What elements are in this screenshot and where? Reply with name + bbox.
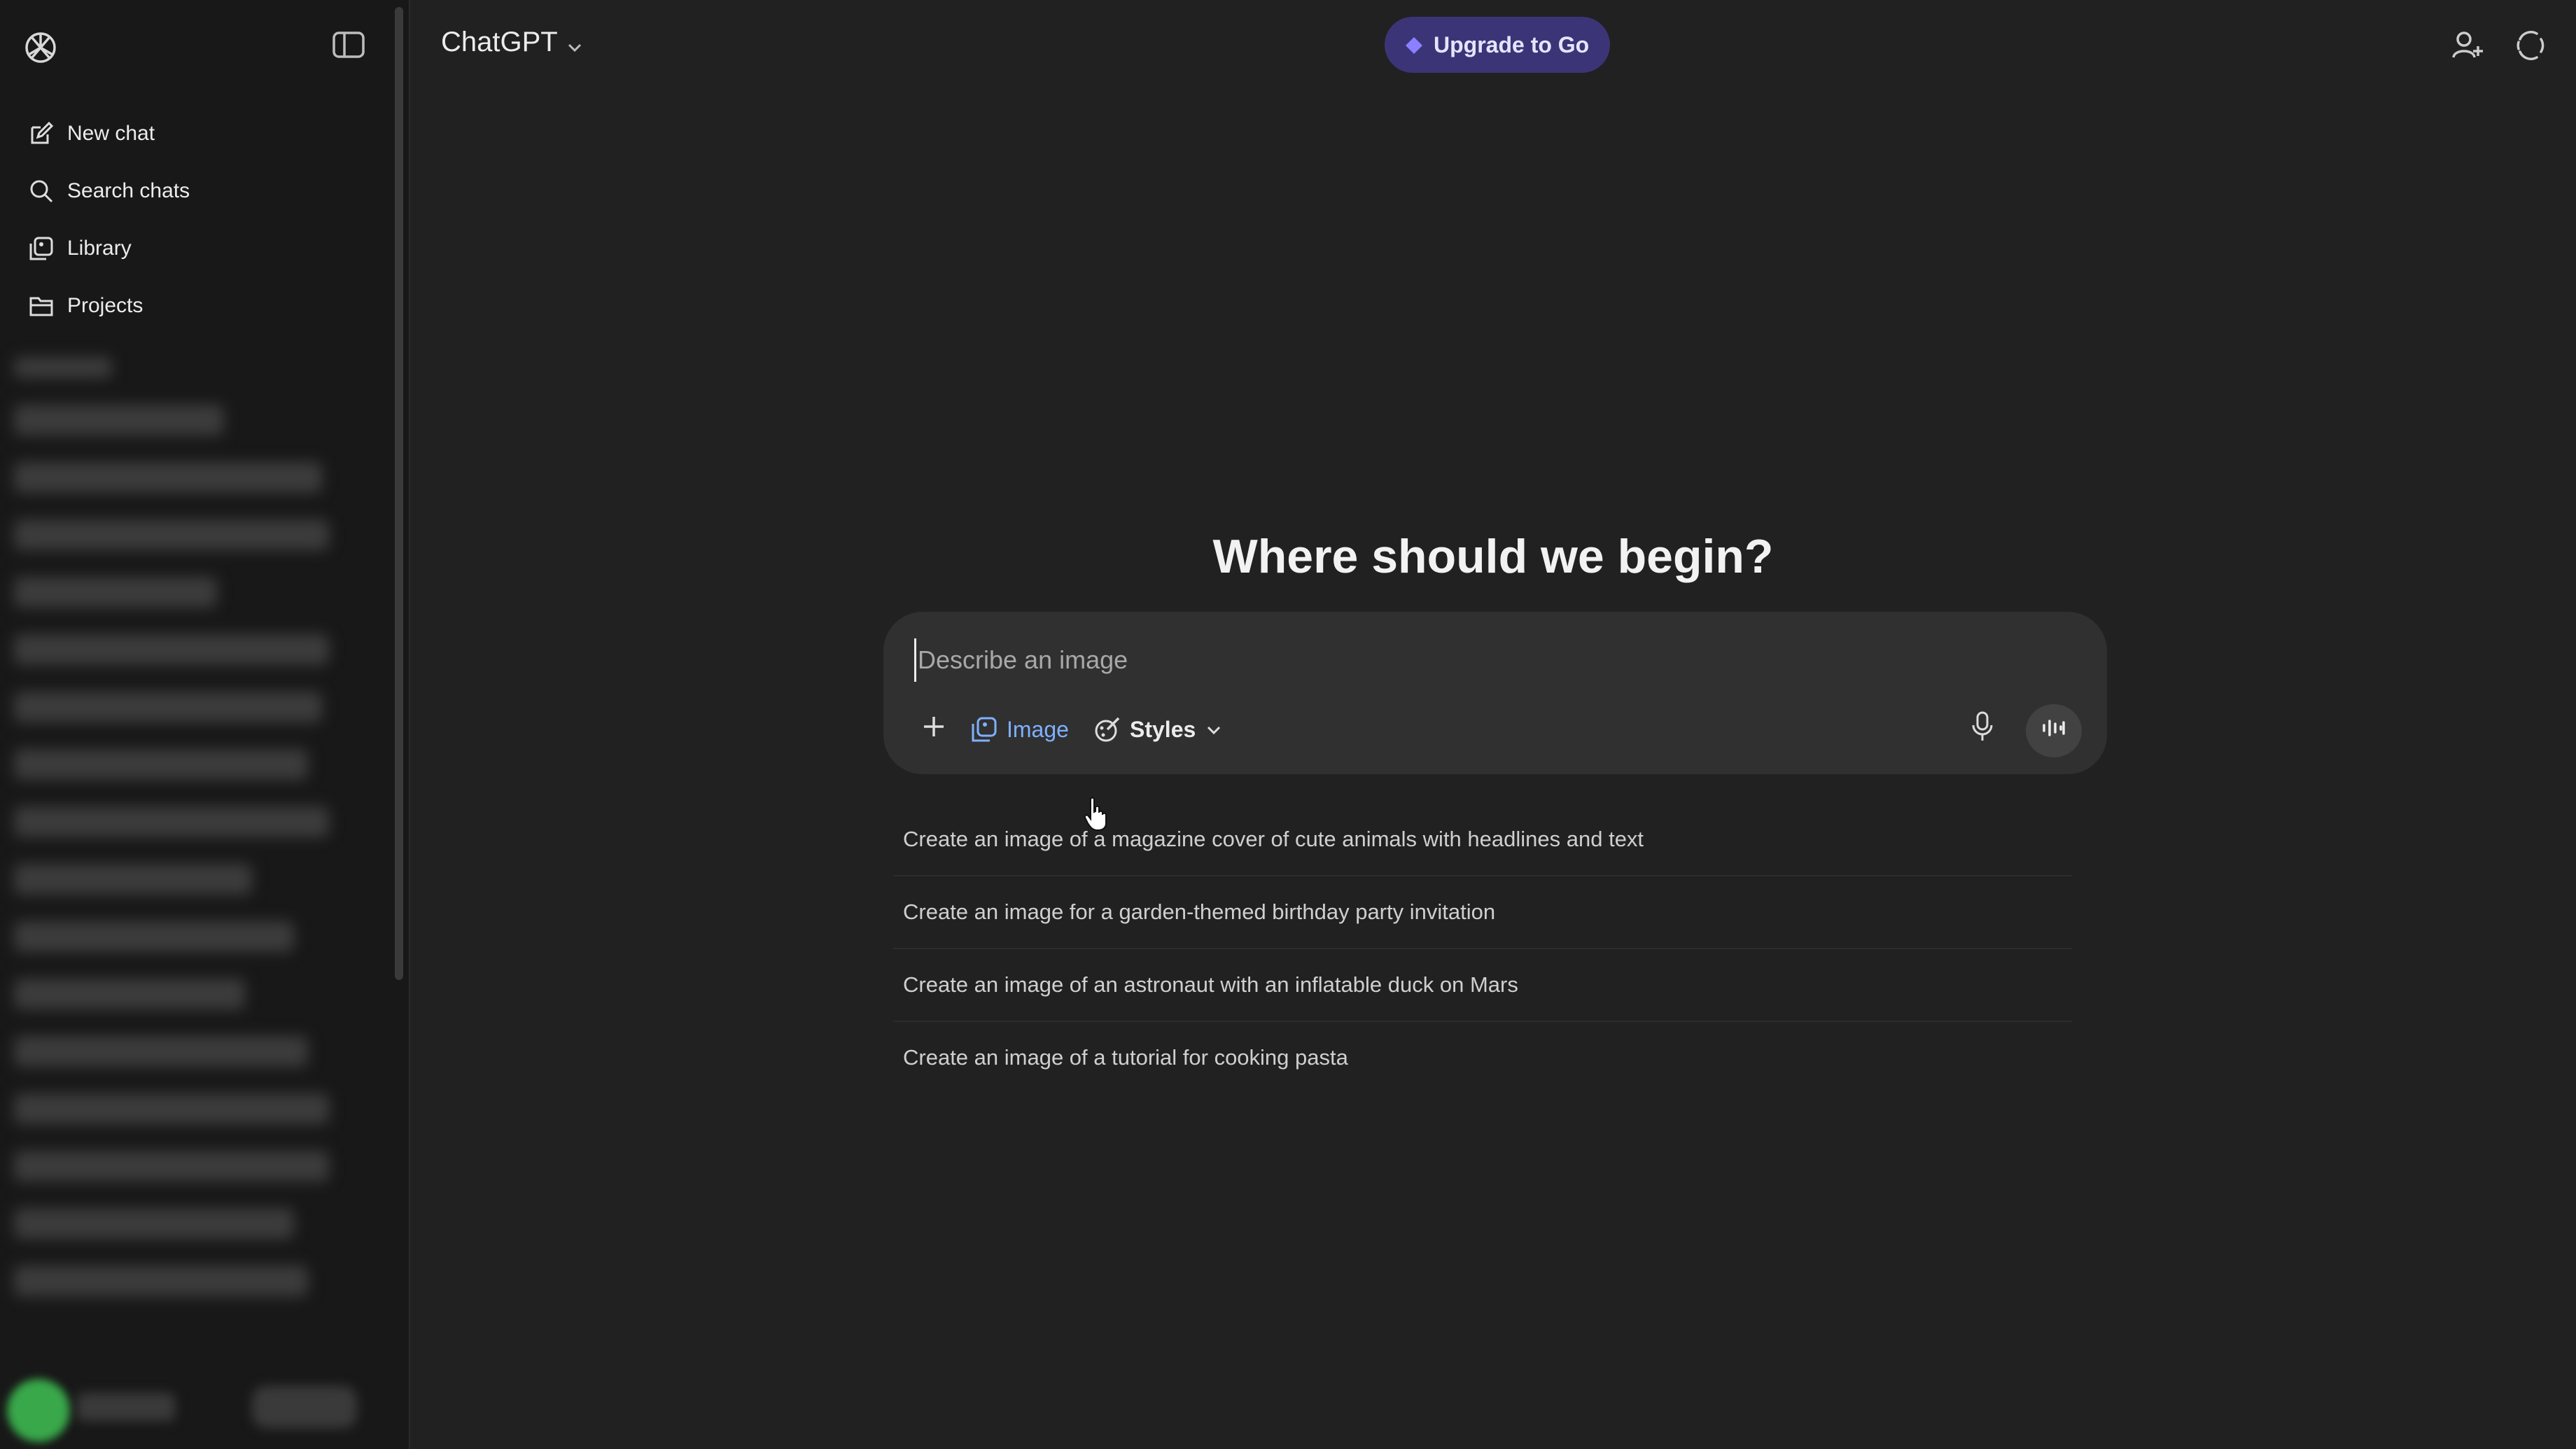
image-tool-button[interactable]: Image — [970, 708, 1069, 750]
dictate-button[interactable] — [1961, 708, 2003, 750]
list-item[interactable] — [14, 519, 329, 550]
list-item[interactable] — [14, 462, 322, 493]
list-item — [14, 357, 112, 378]
plus-icon — [921, 714, 946, 745]
suggestion-item[interactable]: Create an image of a magazine cover of c… — [893, 804, 2072, 876]
sidebar: New chat Search chats Library Projects — [0, 0, 410, 1449]
suggestion-item[interactable]: Create an image of a tutorial for cookin… — [893, 1022, 2072, 1093]
list-item[interactable] — [14, 921, 294, 952]
styles-dropdown[interactable]: Styles — [1093, 708, 1224, 750]
list-item[interactable] — [14, 749, 308, 780]
sidebar-item-label: New chat — [67, 122, 155, 145]
avatar[interactable] — [7, 1379, 70, 1442]
list-item[interactable] — [14, 1151, 329, 1182]
list-item[interactable] — [14, 864, 252, 895]
upgrade-label: Upgrade to Go — [1434, 31, 1590, 57]
add-person-icon[interactable] — [2450, 28, 2485, 63]
list-item[interactable] — [14, 405, 224, 435]
library-icon — [27, 234, 56, 263]
projects-icon — [27, 291, 56, 321]
sidebar-item-label: Library — [67, 237, 132, 260]
voice-waveform-icon — [2040, 715, 2068, 746]
sidebar-item-new-chat[interactable]: New chat — [14, 105, 378, 162]
openai-logo-icon[interactable] — [21, 28, 60, 67]
list-item[interactable] — [14, 692, 322, 722]
model-label: ChatGPT — [441, 27, 558, 57]
list-item[interactable] — [14, 806, 329, 837]
chevron-down-icon — [1204, 720, 1224, 739]
suggestion-list: Create an image of a magazine cover of c… — [893, 804, 2083, 1093]
list-item[interactable] — [14, 577, 217, 608]
composer: Image Styles — [883, 612, 2107, 774]
chevron-down-icon — [565, 33, 584, 52]
temporary-chat-icon[interactable] — [2513, 28, 2548, 63]
sidebar-item-label: Search chats — [67, 179, 190, 202]
model-selector[interactable]: ChatGPT — [441, 27, 584, 58]
styles-label: Styles — [1130, 716, 1196, 742]
suggestion-item[interactable]: Create an image for a garden-themed birt… — [893, 876, 2072, 949]
main-panel: ChatGPT Upgrade to Go Where should we be… — [410, 0, 2576, 1449]
sidebar-item-library[interactable]: Library — [14, 220, 378, 277]
list-item[interactable] — [14, 1266, 308, 1296]
chat-history-list — [14, 357, 336, 1323]
image-icon — [970, 715, 998, 743]
add-attachment-button[interactable] — [913, 708, 955, 750]
app-window: New chat Search chats Library Projects C… — [0, 0, 2576, 1449]
microphone-icon — [1970, 711, 1994, 748]
image-tool-label: Image — [1007, 716, 1069, 742]
search-icon — [27, 176, 56, 206]
page-title: Where should we begin? — [1212, 529, 1774, 583]
palette-icon — [1093, 715, 1121, 743]
list-item[interactable] — [14, 1036, 308, 1067]
list-item[interactable] — [14, 634, 329, 665]
list-item[interactable] — [14, 1208, 294, 1239]
sidebar-scrollbar[interactable] — [395, 7, 403, 980]
list-item[interactable] — [14, 1093, 329, 1124]
prompt-input[interactable] — [914, 638, 1969, 682]
new-chat-icon — [27, 119, 56, 148]
diamond-icon — [1404, 35, 1424, 55]
sidebar-nav: New chat Search chats Library Projects — [14, 105, 378, 335]
hand-cursor-icon — [1084, 797, 1109, 832]
sidebar-toggle-icon[interactable] — [332, 31, 365, 59]
sidebar-item-search-chats[interactable]: Search chats — [14, 162, 378, 220]
sidebar-item-label: Projects — [67, 294, 144, 317]
sidebar-item-projects[interactable]: Projects — [14, 277, 378, 335]
suggestion-item[interactable]: Create an image of an astronaut with an … — [893, 949, 2072, 1022]
profile-name — [77, 1393, 175, 1421]
profile-action-button[interactable] — [252, 1386, 357, 1428]
voice-mode-button[interactable] — [2026, 704, 2082, 757]
upgrade-button[interactable]: Upgrade to Go — [1385, 17, 1611, 73]
list-item[interactable] — [14, 979, 245, 1009]
